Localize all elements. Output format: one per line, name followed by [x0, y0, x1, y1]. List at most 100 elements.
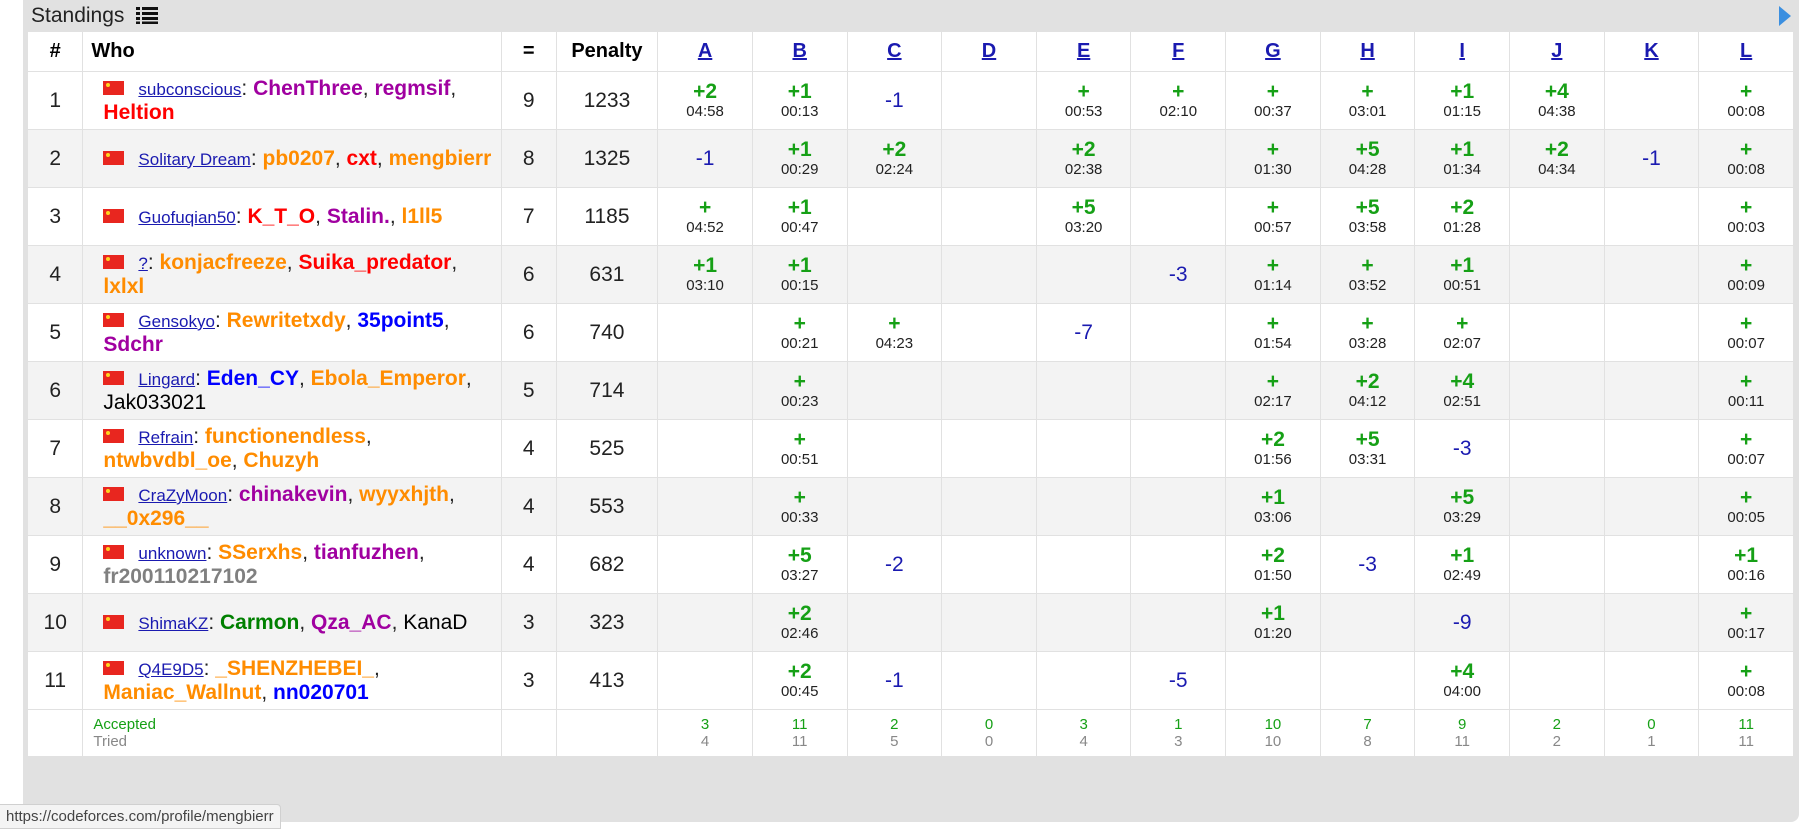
problem-cell-g[interactable]: +01:14 — [1225, 245, 1321, 304]
problem-cell-b[interactable]: +5 03:27 — [752, 535, 848, 594]
member-handle[interactable]: nn020701 — [273, 681, 369, 704]
problem-cell-a[interactable] — [657, 361, 753, 420]
problem-cell-e[interactable] — [1036, 245, 1132, 304]
member-handle[interactable]: functionendless — [205, 425, 366, 448]
problem-cell-d[interactable] — [941, 419, 1037, 478]
problem-cell-d[interactable] — [941, 129, 1037, 188]
problem-cell-l[interactable]: +00:03 — [1698, 187, 1794, 246]
problem-cell-i[interactable]: -9 — [1414, 593, 1511, 652]
problem-cell-h[interactable]: -3 — [1320, 535, 1416, 594]
problem-cell-e[interactable]: +00:53 — [1036, 71, 1132, 130]
member-handle[interactable]: Chuzyh — [243, 449, 319, 472]
problem-cell-a[interactable] — [657, 535, 753, 594]
problem-link-f[interactable]: F — [1172, 40, 1184, 62]
problem-cell-l[interactable]: +00:05 — [1698, 477, 1794, 536]
problem-cell-c[interactable] — [847, 593, 943, 652]
member-handle[interactable]: Eden_CY — [207, 367, 299, 390]
member-handle[interactable]: pb0207 — [263, 147, 335, 170]
problem-cell-i[interactable]: +1 01:15 — [1414, 71, 1511, 130]
team-name-link[interactable]: ShimaKZ — [138, 614, 208, 633]
problem-cell-b[interactable]: +00:23 — [752, 361, 848, 420]
problem-cell-e[interactable] — [1036, 361, 1132, 420]
problem-cell-k[interactable] — [1604, 71, 1700, 130]
team-name-link[interactable]: ? — [138, 254, 147, 273]
team-name-link[interactable]: CraZyMoon — [138, 486, 227, 505]
problem-cell-l[interactable]: +00:08 — [1698, 129, 1794, 188]
member-handle[interactable]: Carmon — [220, 611, 299, 634]
problem-cell-h[interactable]: +5 03:31 — [1320, 419, 1416, 478]
problem-cell-k[interactable] — [1604, 245, 1700, 304]
problem-cell-e[interactable] — [1036, 535, 1132, 594]
problem-cell-f[interactable] — [1130, 593, 1227, 652]
team-name-link[interactable]: subconscious — [138, 80, 241, 99]
problem-cell-d[interactable] — [941, 71, 1037, 130]
problem-cell-k[interactable] — [1604, 303, 1700, 362]
problem-cell-i[interactable]: +4 02:51 — [1414, 361, 1511, 420]
member-handle[interactable]: K_T_O — [247, 205, 315, 228]
problem-cell-a[interactable] — [657, 651, 753, 710]
problem-cell-i[interactable]: +02:07 — [1414, 303, 1511, 362]
problem-cell-k[interactable] — [1604, 477, 1700, 536]
problem-cell-a[interactable]: +1 03:10 — [657, 245, 753, 304]
problem-cell-d[interactable] — [941, 535, 1037, 594]
problem-cell-b[interactable]: +00:33 — [752, 477, 848, 536]
member-handle[interactable]: l1ll5 — [402, 205, 443, 228]
problem-link-l[interactable]: L — [1740, 40, 1752, 62]
problem-cell-j[interactable] — [1509, 419, 1605, 478]
problem-link-d[interactable]: D — [982, 40, 996, 62]
team-name-link[interactable]: Q4E9D5 — [138, 660, 203, 679]
problem-cell-j[interactable] — [1509, 477, 1605, 536]
member-handle[interactable]: Qza_AC — [311, 611, 392, 634]
problem-link-a[interactable]: A — [698, 40, 712, 62]
member-handle[interactable]: Rewritetxdy — [227, 309, 346, 332]
problem-cell-c[interactable] — [847, 419, 943, 478]
member-handle[interactable]: Suika_predator — [298, 251, 451, 274]
problem-cell-b[interactable]: +1 00:29 — [752, 129, 848, 188]
problem-cell-c[interactable] — [847, 187, 943, 246]
problem-cell-g[interactable]: +00:57 — [1225, 187, 1321, 246]
problem-cell-e[interactable]: -7 — [1036, 303, 1132, 362]
problem-cell-h[interactable]: +5 03:58 — [1320, 187, 1416, 246]
problem-cell-i[interactable]: +5 03:29 — [1414, 477, 1511, 536]
problem-cell-j[interactable] — [1509, 187, 1605, 246]
problem-cell-j[interactable]: +4 04:38 — [1509, 71, 1605, 130]
problem-cell-j[interactable] — [1509, 245, 1605, 304]
problem-cell-g[interactable]: +00:37 — [1225, 71, 1321, 130]
team-name-link[interactable]: unknown — [138, 544, 206, 563]
member-handle[interactable]: ChenThree — [253, 77, 363, 100]
problem-cell-c[interactable]: -1 — [847, 651, 943, 710]
problem-cell-g[interactable]: +1 01:20 — [1225, 593, 1321, 652]
problem-cell-a[interactable] — [657, 477, 753, 536]
problem-cell-b[interactable]: +1 00:13 — [752, 71, 848, 130]
problem-cell-d[interactable] — [941, 245, 1037, 304]
team-name-link[interactable]: Guofuqian50 — [138, 208, 235, 227]
problem-cell-h[interactable]: +5 04:28 — [1320, 129, 1416, 188]
member-handle[interactable]: cxt — [347, 147, 377, 170]
problem-cell-d[interactable] — [941, 187, 1037, 246]
problem-cell-f[interactable] — [1130, 187, 1227, 246]
member-handle[interactable]: Ebola_Emperor — [311, 367, 466, 390]
problem-cell-g[interactable]: +2 01:56 — [1225, 419, 1321, 478]
problem-cell-e[interactable]: +2 02:38 — [1036, 129, 1132, 188]
member-handle[interactable]: Jak033021 — [103, 391, 206, 414]
problem-cell-e[interactable] — [1036, 419, 1132, 478]
member-handle[interactable]: __0x296__ — [103, 507, 208, 530]
member-handle[interactable]: regmsif — [374, 77, 450, 100]
problem-cell-k[interactable] — [1604, 651, 1700, 710]
problem-cell-l[interactable]: +00:08 — [1698, 71, 1794, 130]
problem-cell-a[interactable] — [657, 303, 753, 362]
member-handle[interactable]: wyyxhjth — [359, 483, 449, 506]
problem-cell-c[interactable]: +04:23 — [847, 303, 943, 362]
problem-cell-l[interactable]: +00:07 — [1698, 303, 1794, 362]
problem-cell-l[interactable]: +00:17 — [1698, 593, 1794, 652]
problem-cell-a[interactable]: +2 04:58 — [657, 71, 753, 130]
problem-cell-f[interactable] — [1130, 129, 1227, 188]
problem-cell-i[interactable]: +1 02:49 — [1414, 535, 1511, 594]
member-handle[interactable]: Heltion — [103, 101, 174, 124]
problem-cell-i[interactable]: -3 — [1414, 419, 1511, 478]
member-handle[interactable]: 35point5 — [357, 309, 443, 332]
expand-arrow-icon[interactable] — [1779, 6, 1791, 26]
problem-cell-i[interactable]: +2 01:28 — [1414, 187, 1511, 246]
problem-cell-l[interactable]: +00:08 — [1698, 651, 1794, 710]
problem-cell-f[interactable]: -3 — [1130, 245, 1227, 304]
